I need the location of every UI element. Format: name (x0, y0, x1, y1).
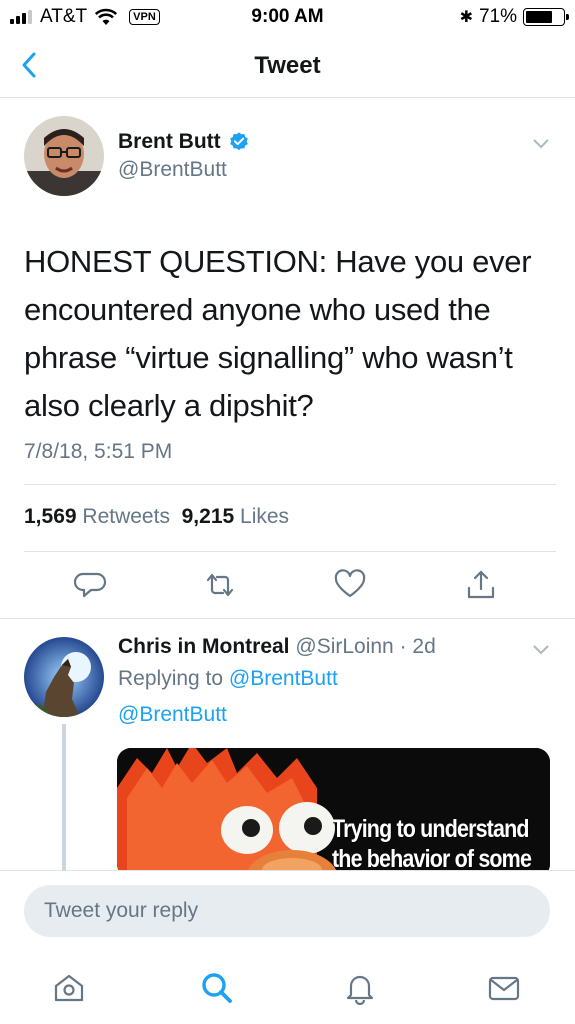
retweet-icon[interactable] (203, 568, 237, 602)
divider (24, 484, 556, 485)
bottom-bar (0, 870, 575, 1024)
tweet-actions (0, 568, 575, 608)
search-icon[interactable] (200, 971, 234, 1005)
author-photo (24, 116, 104, 196)
nav-bar: Tweet (0, 36, 575, 98)
reply-author-handle[interactable]: @SirLoinn (295, 635, 393, 658)
replying-to: Replying to @BrentButt (118, 667, 338, 691)
meme-caption-line-1: Trying to understand (332, 815, 529, 843)
tweet-options-chevron-icon[interactable] (532, 138, 550, 150)
wolf-avatar-image (24, 637, 104, 717)
retweet-count: 1,569 (24, 505, 77, 528)
like-icon[interactable] (333, 568, 367, 602)
likes-stat[interactable]: 9,215 Likes (182, 505, 289, 528)
reply-icon[interactable] (74, 568, 108, 602)
like-count: 9,215 (181, 505, 235, 528)
reply-body-mention[interactable]: @BrentButt (118, 703, 227, 727)
replying-to-prefix: Replying to (118, 667, 224, 690)
author-handle[interactable]: @BrentButt (118, 158, 227, 182)
tweet-stats: 1,569 Retweets 9,215 Likes (24, 505, 289, 529)
home-icon[interactable] (52, 971, 86, 1005)
battery-fill (526, 11, 552, 23)
tweet-text: HONEST QUESTION: Have you ever encounter… (24, 244, 532, 423)
divider (0, 618, 575, 619)
reply-options-chevron-icon[interactable] (532, 644, 550, 656)
verified-badge-icon (229, 132, 248, 151)
author-name-text: Brent Butt (118, 130, 221, 153)
divider (24, 551, 556, 552)
reply-author-avatar[interactable] (24, 637, 104, 717)
meme-caption: Trying to understand the behavior of som… (332, 814, 532, 874)
reply-media-image[interactable]: Trying to understand the behavior of som… (117, 748, 550, 878)
retweet-label: Retweets (82, 505, 170, 528)
reply-time: · 2d (399, 635, 436, 658)
reply-author-name[interactable]: Chris in Montreal (118, 635, 290, 658)
reply-header: Chris in Montreal @SirLoinn · 2d (118, 635, 436, 659)
messages-icon[interactable] (487, 971, 521, 1005)
author-avatar[interactable] (24, 116, 104, 196)
tweet-timestamp: 7/8/18, 5:51 PM (24, 440, 173, 463)
battery-icon (523, 8, 569, 26)
status-right: ✱ 71% (459, 6, 569, 28)
like-label: Likes (240, 505, 290, 528)
battery-percent: 71% (478, 6, 517, 27)
notifications-icon[interactable] (343, 971, 377, 1005)
status-bar: AT&T VPN 9:00 AM ✱ 71% (0, 0, 575, 36)
share-icon[interactable] (464, 568, 498, 602)
replying-to-mention[interactable]: @BrentButt (229, 667, 338, 690)
reply-input[interactable] (24, 885, 550, 937)
bluetooth-icon: ✱ (459, 9, 473, 26)
retweets-stat[interactable]: 1,569 Retweets (24, 505, 170, 528)
author-name[interactable]: Brent Butt (118, 130, 250, 154)
page-title: Tweet (254, 52, 321, 79)
thread-line (62, 724, 66, 874)
